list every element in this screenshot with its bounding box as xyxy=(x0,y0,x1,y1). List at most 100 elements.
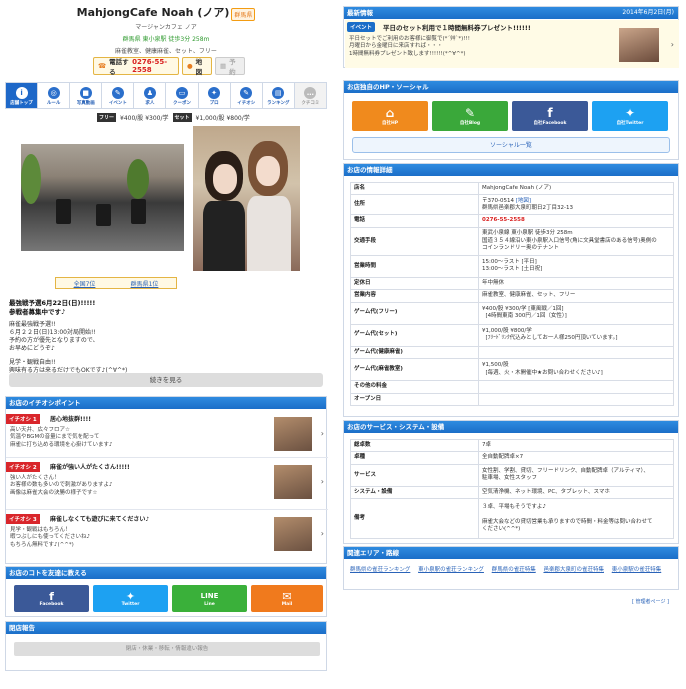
tab-label: イチオシ xyxy=(237,101,256,106)
call-button[interactable]: ☎ 電話する 0276-55-2558 xyxy=(93,57,179,76)
tab-label: 求人 xyxy=(145,101,155,106)
detail-value: 〒370-0514 [地図] 群馬県邑楽郡大泉町朝日2丁目32-13 xyxy=(478,194,674,216)
service-value: 全自動配牌卓×7 xyxy=(478,451,674,465)
access-line: 国道３５４線沿い東小泉駅入口信号(角に文具堂書店のある信号)奥側の xyxy=(482,237,657,244)
address-text: 群馬県邑楽郡大泉町朝日2丁目32-13 xyxy=(482,204,573,211)
tab-label: クーポン xyxy=(173,101,192,106)
blog-button[interactable]: ✎ 自社Blog xyxy=(432,101,508,131)
news-line: 1時間無料券プレゼント致します!!!!!!(*^∀^*) xyxy=(349,50,466,57)
news-thumbnail xyxy=(619,28,659,62)
tab-jobs[interactable]: ♟ 求人 xyxy=(133,82,166,109)
share-mail-button[interactable]: ✉ Mail xyxy=(251,585,323,612)
service-key: 卓種 xyxy=(350,451,479,465)
notice-headline: 最強戦予選6月22日(日)!!!!! xyxy=(9,299,96,307)
line-icon: LINE xyxy=(200,591,219,600)
share-label: Line xyxy=(204,601,215,607)
pick-desc-line: 気温やBGMの音量にまで気を配って xyxy=(10,434,100,441)
share-facebook-button[interactable]: f Facebook xyxy=(14,585,89,612)
detail-key: 交通手段 xyxy=(350,226,479,256)
pick-item[interactable]: イチオシ 3 麻雀しなくても遊びに来てください♪ 見学・観戦はもちろん！ 暇つぶ… xyxy=(6,511,328,563)
detail-value: ¥1,000/股 ¥800/学 [ﾌﾘｰﾄﾞﾘﾝｸ代込みとしてお一人様250円頂… xyxy=(478,323,674,347)
reserve-button[interactable]: ▦ 予約 xyxy=(215,57,245,76)
tab-label: イベント xyxy=(108,101,127,106)
tab-shop-top[interactable]: i 店舗トップ xyxy=(5,82,38,109)
share-panel: お店のコトを友達に教える f Facebook ✦ Twitter LINE Line… xyxy=(5,566,327,617)
read-more-button[interactable]: 続きを見る xyxy=(9,373,323,387)
tab-coupon[interactable]: ▭ クーポン xyxy=(165,82,198,109)
shop-kana: マージャンカフェ ノア xyxy=(135,24,197,31)
detail-tel-link[interactable]: 0276-55-2558 xyxy=(478,214,674,228)
share-twitter-button[interactable]: ✦ Twitter xyxy=(93,585,168,612)
report-panel: 閉店報告 閉店・休業・移転・情報違い報告 xyxy=(5,621,327,671)
camera-icon: ■ xyxy=(79,87,92,99)
news-body: 平日セットでご利用のお客様に御覧で(*´艸`*)!!! 月曜日から金曜日に来店す… xyxy=(349,36,470,58)
tab-pro[interactable]: ✦ プロ xyxy=(197,82,230,109)
area-link[interactable]: 東小泉駅の雀荘特集 xyxy=(612,567,662,573)
area-link[interactable]: 邑楽郡大泉町の雀荘特集 xyxy=(543,567,604,573)
notice-line: 見学・観戦自由!! xyxy=(9,358,56,366)
set-price: ¥1,000/股 ¥800/学 xyxy=(195,115,250,122)
tab-label: 店舗トップ xyxy=(10,101,33,106)
pick-title: 麻雀しなくても遊びに来てください♪ xyxy=(50,516,150,523)
call-button-label: 電話する xyxy=(109,58,129,76)
pick-title: 麻雀が強い人がたくさん!!!!! xyxy=(50,464,130,471)
note-line: ３卓、平場もそうですよ♪ xyxy=(482,503,546,510)
call-button-number: 0276-55-2558 xyxy=(132,58,168,74)
share-title: お店のコトを友達に教える xyxy=(6,567,326,579)
ranking-icon: ▤ xyxy=(272,87,285,99)
shop-notice: 最強戦予選6月22日(日)!!!!! 参戦者募集中です♪ 麻雀最強戦予選!! ６… xyxy=(9,299,325,375)
detail-value xyxy=(478,345,674,360)
address-map-link[interactable]: [地図] xyxy=(516,198,531,204)
service-key: 総卓数 xyxy=(350,438,479,453)
tab-ranking[interactable]: ▤ ランキング xyxy=(261,82,294,109)
pick-item[interactable]: イチオシ 1 居心地抜群!!!! 高い天井、広々フロア☆ 気温やBGMの音量にま… xyxy=(6,411,328,458)
pick-title: 居心地抜群!!!! xyxy=(50,416,91,423)
tab-photos[interactable]: ■ 写真動画 xyxy=(69,82,102,109)
share-line-button[interactable]: LINE Line xyxy=(172,585,247,612)
map-button[interactable]: ● 地図 xyxy=(182,57,212,76)
pick-tag: イチオシ 3 xyxy=(6,514,40,524)
hp-button[interactable]: ⌂ 自社HP xyxy=(352,101,428,131)
pick-item[interactable]: イチオシ 2 麻雀が強い人がたくさん!!!!! 強い人がたくさん！ お客様の数も… xyxy=(6,459,328,510)
shop-interior-photo[interactable] xyxy=(21,144,184,251)
hp-label: 自社HP xyxy=(381,120,399,126)
service-value: 7卓 xyxy=(478,438,674,453)
tab-events[interactable]: ✎ イベント xyxy=(101,82,134,109)
facebook-icon: f xyxy=(49,589,54,603)
detail-key: 店名 xyxy=(350,181,479,196)
tab-picks[interactable]: ✎ イチオシ xyxy=(229,82,262,109)
pick-desc: 強い人がたくさん！ お客様の数も多いので刺激がありますよ♪ 画像は麻雀大会の決勝… xyxy=(10,475,260,497)
details-panel: お店の情報詳細 店名 MahjongCafe Noah (ノア) 住所 〒370-0… xyxy=(343,163,679,417)
rank-prefecture-link[interactable]: 群馬県1位 xyxy=(131,279,159,288)
news-item[interactable]: イベント 平日のセット利用で１時間無料券プレゼント!!!!!! 平日セットでご利… xyxy=(345,20,679,68)
home-icon: ⌂ xyxy=(385,105,395,120)
facebook-button[interactable]: f 自社Facebook xyxy=(512,101,588,131)
area-link[interactable]: 群馬県の雀荘特集 xyxy=(492,567,536,573)
report-button[interactable]: 閉店・休業・移転・情報違い報告 xyxy=(14,642,320,656)
rules-icon: ◎ xyxy=(47,87,60,99)
detail-value xyxy=(478,392,674,406)
detail-key: その他の料金 xyxy=(350,380,479,394)
note-line: ください(^^*) xyxy=(482,526,521,533)
social-list-button[interactable]: ソーシャル一覧 xyxy=(352,137,670,153)
price-line: ¥400/股 ¥300/学 [東風戦／1回] xyxy=(482,305,564,312)
rank-national-link[interactable]: 全国7位 xyxy=(74,279,96,288)
tab-rules[interactable]: ◎ ルール xyxy=(37,82,70,109)
hp-panel: お店独自のHP・ソーシャル ⌂ 自社HP ✎ 自社Blog f 自社Facebook … xyxy=(343,80,679,160)
detail-value: 15:00〜ラスト [平日] 13:00〜ラスト [土日祝] xyxy=(478,254,674,278)
news-date: 2014年6月2日(月) xyxy=(622,9,674,16)
phone-icon: ☎ xyxy=(98,62,107,70)
staff-photo[interactable] xyxy=(193,126,300,271)
price-line: [ﾌﾘｰﾄﾞﾘﾝｸ代込みとしてお一人様250円頂いています。] xyxy=(485,335,618,342)
note-line: 麻雀大会などの貸切営業も承りますので時間・料金等は問い合わせて xyxy=(482,518,653,525)
detail-key: 電話 xyxy=(350,214,479,228)
area-badge[interactable]: 群馬県 xyxy=(231,8,256,21)
notice-subheadline: 参戦者募集中です♪ xyxy=(9,307,66,316)
pro-icon: ✦ xyxy=(208,87,221,99)
area-link[interactable]: 東小泉駅の雀荘ランキング xyxy=(418,567,484,573)
detail-key: ゲーム代(セット) xyxy=(350,323,479,347)
admin-page-link[interactable]: [ 管理者ページ ] xyxy=(632,598,669,605)
speech-bubble-icon: … xyxy=(304,87,317,99)
twitter-button[interactable]: ✦ 自社Twitter xyxy=(592,101,668,131)
area-link[interactable]: 群馬県の雀荘ランキング xyxy=(350,567,410,573)
